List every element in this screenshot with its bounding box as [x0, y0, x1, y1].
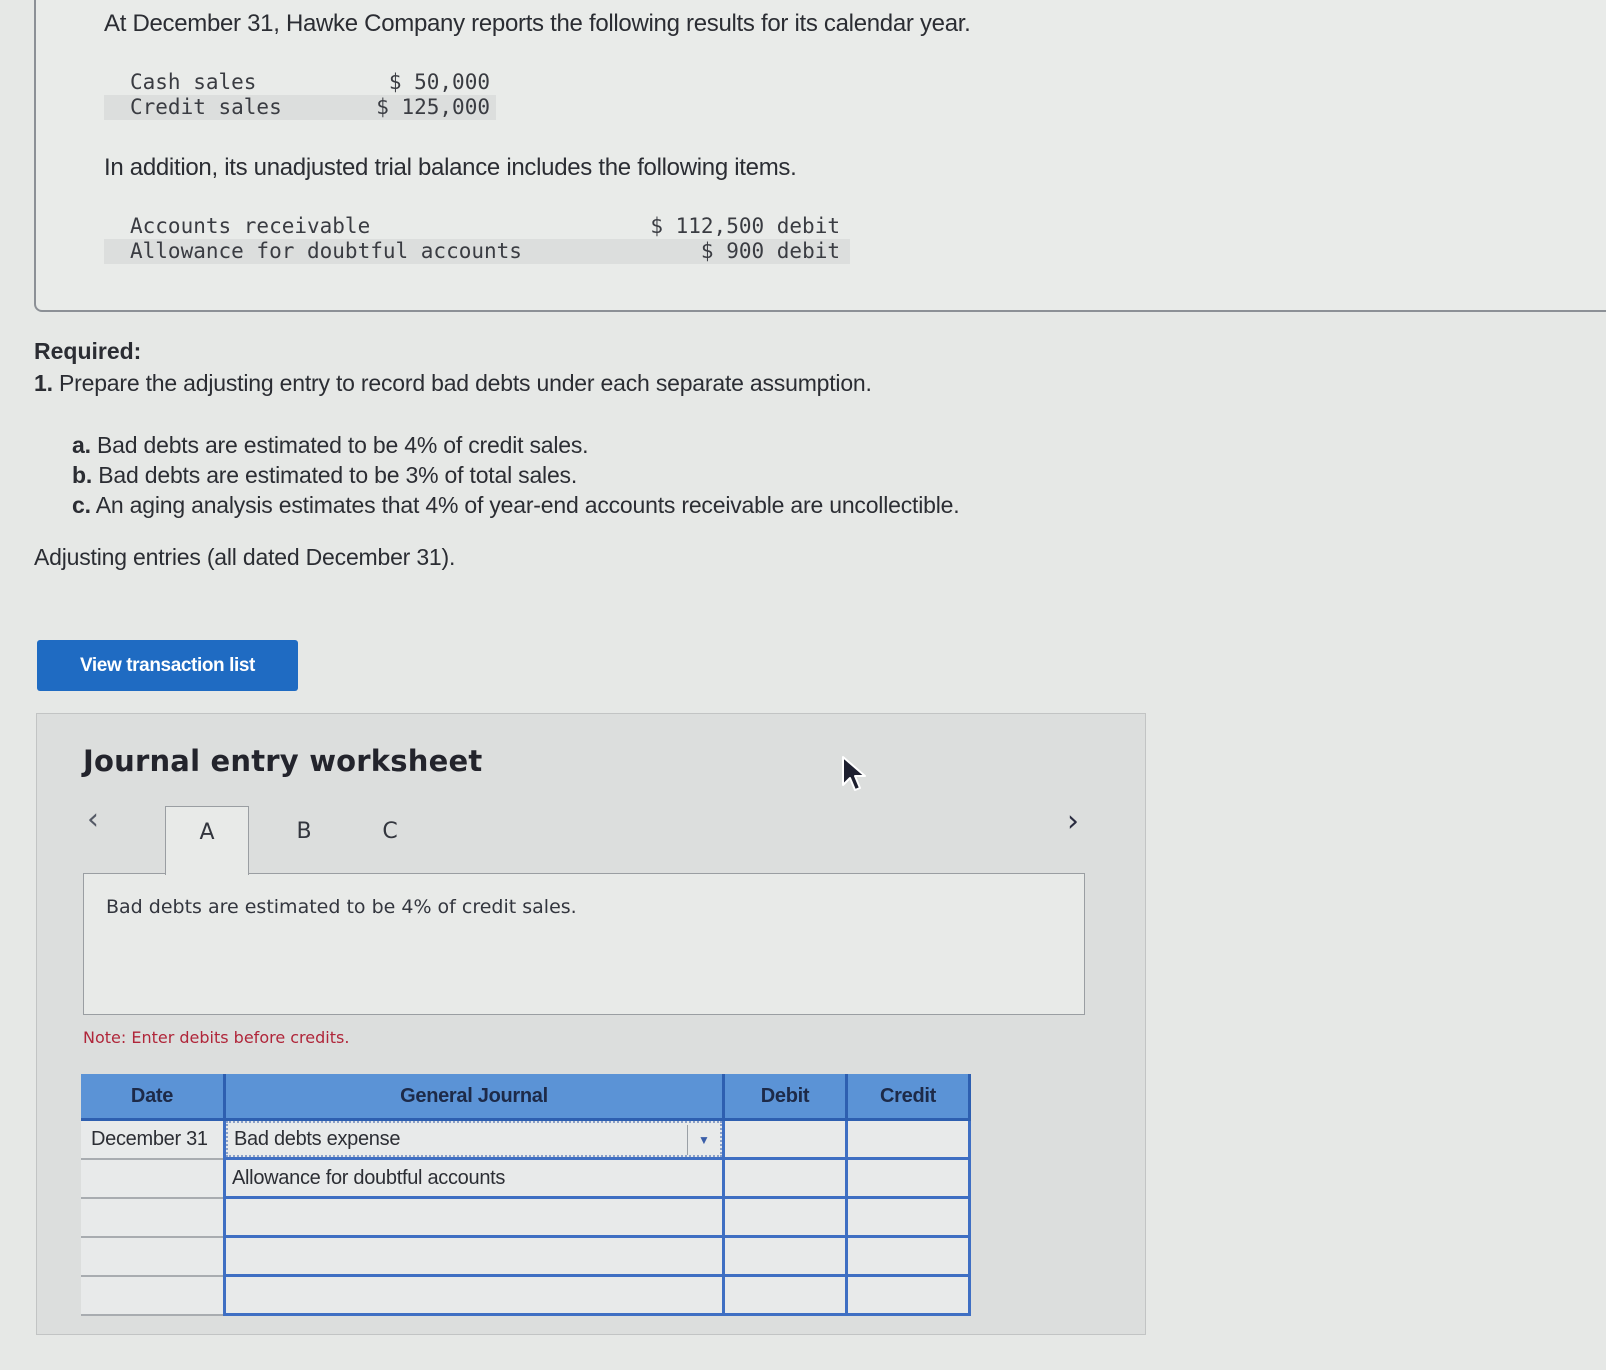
table-row	[81, 1197, 971, 1238]
assumption-letter: b.	[72, 462, 93, 488]
tab-a[interactable]: A	[165, 806, 249, 875]
account-input[interactable]	[226, 1238, 722, 1274]
problem-intro: At December 31, Hawke Company reports th…	[104, 10, 971, 37]
column-header-date: Date	[81, 1074, 226, 1121]
debit-cell	[723, 1197, 848, 1238]
table-row	[81, 1236, 971, 1277]
sales-value: $ 50,000	[388, 70, 490, 94]
tb-row-allowance: Allowance for doubtful accounts $ 900 de…	[104, 239, 850, 264]
date-cell	[81, 1158, 226, 1199]
account-cell	[224, 1236, 725, 1277]
credit-cell	[846, 1275, 971, 1316]
credit-cell	[846, 1236, 971, 1277]
sales-row-credit: Credit sales $ 125,000	[104, 95, 496, 120]
trial-balance-intro: In addition, its unadjusted trial balanc…	[104, 154, 797, 181]
assumption-letter: c.	[72, 492, 91, 518]
table-row	[81, 1275, 971, 1316]
sales-label: Cash sales	[130, 70, 257, 94]
debit-cell	[723, 1275, 848, 1316]
account-input[interactable]	[228, 1123, 720, 1155]
dropdown-arrow-icon[interactable]: ▼	[687, 1125, 720, 1155]
account-input[interactable]	[226, 1160, 722, 1196]
date-cell	[81, 1236, 226, 1277]
tab-c[interactable]: C	[349, 806, 431, 874]
debits-before-credits-note: Note: Enter debits before credits.	[83, 1028, 350, 1047]
sales-table: Cash sales $ 50,000 Credit sales $ 125,0…	[104, 70, 496, 120]
debit-cell	[723, 1236, 848, 1277]
adjusting-entries-note: Adjusting entries (all dated December 31…	[34, 544, 456, 570]
credit-input[interactable]	[848, 1277, 968, 1313]
credit-input[interactable]	[848, 1238, 968, 1274]
chevron-left-icon[interactable]: ‹	[87, 802, 99, 837]
sales-value: $ 125,000	[376, 95, 490, 119]
debit-cell	[723, 1119, 848, 1160]
credit-input[interactable]	[848, 1199, 968, 1235]
assumption-letter: a.	[72, 432, 91, 458]
required-item-text: Prepare the adjusting entry to record ba…	[59, 370, 872, 396]
assumption-list: a. Bad debts are estimated to be 4% of c…	[72, 430, 960, 520]
tb-value: $ 112,500 debit	[650, 214, 840, 238]
credit-input[interactable]	[848, 1121, 968, 1157]
account-cell	[224, 1197, 725, 1238]
chevron-right-icon[interactable]: ›	[1067, 804, 1079, 839]
table-header-row: Date General Journal Debit Credit	[81, 1074, 971, 1121]
debit-input[interactable]	[725, 1199, 845, 1235]
required-heading: Required:	[34, 338, 142, 364]
table-row: December 31 ▼	[81, 1119, 971, 1160]
sales-label: Credit sales	[130, 95, 282, 119]
debit-input[interactable]	[725, 1238, 845, 1274]
account-input[interactable]	[226, 1277, 722, 1313]
credit-input[interactable]	[848, 1160, 968, 1196]
assumption-c: c. An aging analysis estimates that 4% o…	[72, 490, 960, 520]
account-select[interactable]: ▼	[226, 1121, 722, 1157]
debit-input[interactable]	[725, 1277, 845, 1313]
journal-entry-worksheet: Journal entry worksheet ‹ A B C › Bad de…	[36, 713, 1146, 1335]
account-cell: ▼	[224, 1119, 725, 1160]
column-header-debit: Debit	[723, 1074, 848, 1121]
date-cell: December 31	[81, 1119, 226, 1160]
view-transaction-list-button[interactable]: View transaction list	[37, 640, 298, 691]
debit-input[interactable]	[725, 1121, 845, 1157]
trial-balance-table: Accounts receivable $ 112,500 debit Allo…	[104, 214, 850, 264]
date-cell	[81, 1197, 226, 1238]
account-cell	[224, 1158, 725, 1199]
debit-input[interactable]	[725, 1160, 845, 1196]
column-header-credit: Credit	[846, 1074, 971, 1121]
tab-panel-description: Bad debts are estimated to be 4% of cred…	[106, 896, 577, 918]
worksheet-title: Journal entry worksheet	[83, 744, 483, 778]
tab-panel: Bad debts are estimated to be 4% of cred…	[83, 873, 1085, 1015]
mouse-pointer-icon	[842, 756, 866, 791]
credit-cell	[846, 1119, 971, 1160]
sales-row-cash: Cash sales $ 50,000	[104, 70, 496, 95]
tab-b[interactable]: B	[263, 806, 345, 874]
account-cell	[224, 1275, 725, 1316]
date-cell	[81, 1275, 226, 1316]
required-item-number: 1.	[34, 370, 53, 396]
required-item-1: 1. Prepare the adjusting entry to record…	[34, 370, 872, 397]
assumption-a: a. Bad debts are estimated to be 4% of c…	[72, 430, 959, 460]
assumption-b: b. Bad debts are estimated to be 3% of t…	[72, 460, 959, 490]
tb-label: Allowance for doubtful accounts	[130, 239, 522, 263]
table-row	[81, 1158, 971, 1199]
credit-cell	[846, 1158, 971, 1199]
credit-cell	[846, 1197, 971, 1238]
tb-row-accounts-receivable: Accounts receivable $ 112,500 debit	[104, 214, 850, 239]
assumption-text: Bad debts are estimated to be 4% of cred…	[97, 432, 589, 458]
assumption-text: An aging analysis estimates that 4% of y…	[95, 492, 960, 518]
assumption-text: Bad debts are estimated to be 3% of tota…	[98, 462, 578, 488]
debit-cell	[723, 1158, 848, 1199]
column-header-general-journal: General Journal	[224, 1074, 725, 1121]
general-journal-table: Date General Journal Debit Credit Decemb…	[81, 1074, 971, 1316]
tb-value: $ 900 debit	[700, 239, 840, 263]
account-input[interactable]	[226, 1199, 722, 1235]
tb-label: Accounts receivable	[130, 214, 371, 238]
